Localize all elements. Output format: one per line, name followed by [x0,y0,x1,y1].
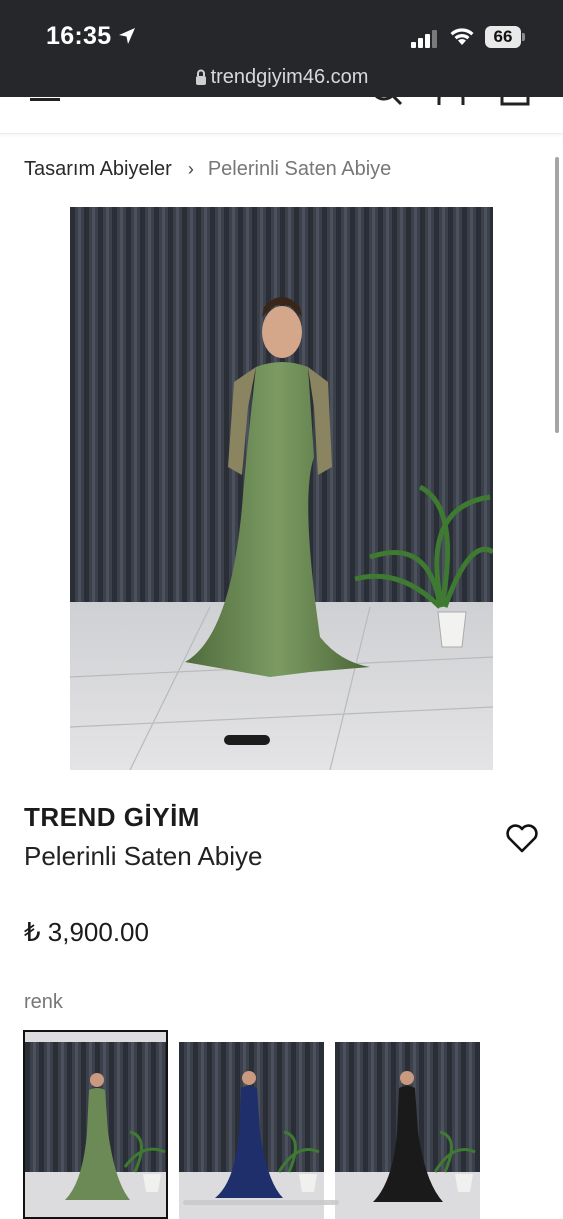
variants-scrollbar[interactable] [183,1200,339,1205]
color-option-label: renk [24,991,63,1013]
breadcrumb-separator-icon: › [187,159,194,179]
wifi-icon [450,28,474,45]
address-bar[interactable]: trendgiyim46.com [0,66,563,89]
color-variant-black[interactable] [335,1042,480,1219]
breadcrumb-current: Pelerinli Saten Abiye [207,158,392,180]
location-arrow-icon [119,28,135,44]
product-price: ₺ 3,900.00 [24,917,149,947]
user-icon[interactable] [436,97,466,107]
status-bar: 16:35 66 trendgiyim46.com [0,0,563,97]
battery-tip [522,33,525,41]
site-header [0,97,563,134]
product-brand: TREND GİYİM [24,802,200,832]
page-scrollbar[interactable] [555,157,559,433]
lock-icon [195,69,206,85]
battery-indicator: 66 [485,26,521,48]
url-text: trendgiyim46.com [210,66,369,88]
image-carousel-indicator[interactable] [224,735,270,745]
color-variant-navy[interactable] [179,1042,324,1219]
hamburger-menu-icon[interactable] [30,97,62,103]
heart-icon[interactable] [505,824,539,854]
cellular-signal-icon [411,30,437,48]
color-variant-green[interactable] [23,1030,168,1219]
product-main-image[interactable] [70,207,493,770]
breadcrumb-parent-link[interactable]: Tasarım Abiyeler [24,158,172,180]
cart-icon[interactable] [500,97,530,107]
breadcrumb: Tasarım Abiyeler › Pelerinli Saten Abiye [24,158,391,181]
search-icon[interactable] [368,97,404,107]
clock: 16:35 [46,22,112,50]
product-title: Pelerinli Saten Abiye [24,841,263,871]
